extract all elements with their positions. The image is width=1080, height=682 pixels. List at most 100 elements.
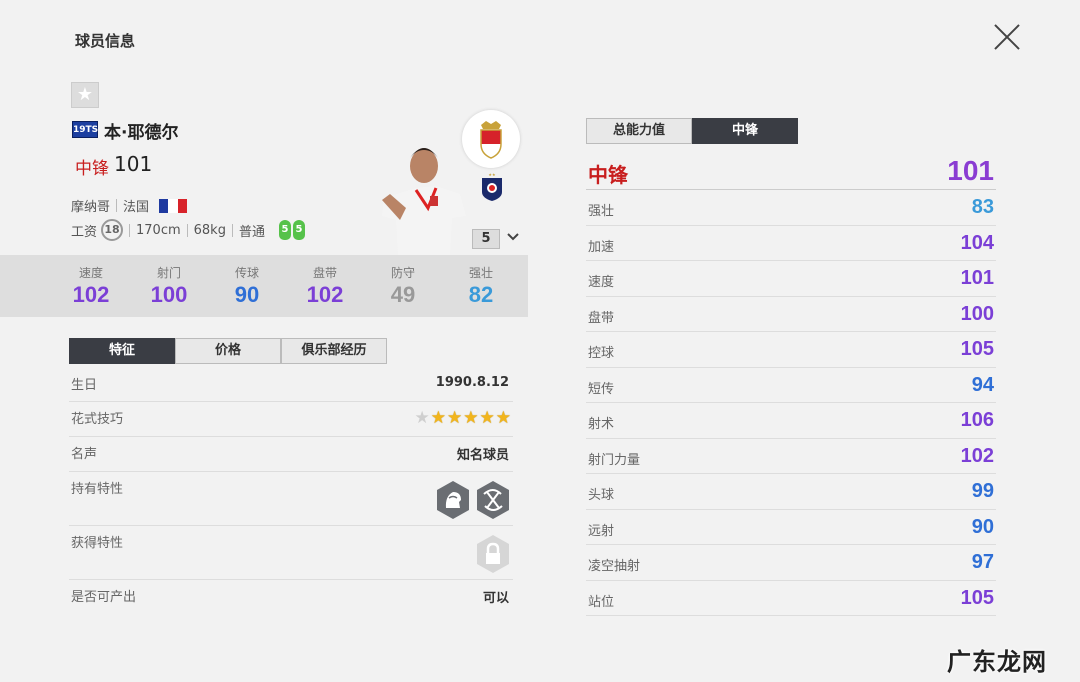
star-filled-icon: ★ xyxy=(447,408,463,428)
height: 170cm xyxy=(136,222,181,238)
body-type: 普通 xyxy=(238,224,265,240)
attribute-list: 强壮 83 加速 104 速度 101 盘带 100 控球 105 短传 94 射术 106 射门力量 102… xyxy=(586,190,996,616)
attribute-row: 速度 101 xyxy=(586,261,996,297)
attribute-value: 100 xyxy=(960,302,994,325)
attribute-label: 短传 xyxy=(588,381,615,397)
star-filled-icon: ★ xyxy=(479,408,495,428)
summary-stat-value: 90 xyxy=(234,282,260,307)
summary-stat-value: 102 xyxy=(72,282,110,307)
attribute-label: 头球 xyxy=(588,488,615,503)
watermark: 广东龙网 xyxy=(947,648,1047,676)
attribute-value: 105 xyxy=(960,586,994,609)
weight: 68kg xyxy=(193,222,226,238)
trait-icon-2[interactable] xyxy=(475,480,511,520)
attribute-value: 83 xyxy=(971,196,994,218)
position-rating-value: 101 xyxy=(947,155,994,186)
skill-stars: ★ ★ ★ ★ ★ ★ xyxy=(415,410,512,427)
attribute-row: 盘带 100 xyxy=(586,297,996,332)
skill-moves-label: 花式技巧 xyxy=(71,412,124,427)
star-filled-icon: ★ xyxy=(495,408,511,428)
list-item-reputation: 名声 知名球员 xyxy=(69,437,513,472)
attribute-value: 94 xyxy=(971,373,994,396)
summary-stat: 射门 100 xyxy=(130,255,208,317)
list-item-skill-moves: 花式技巧 ★ ★ ★ ★ ★ ★ xyxy=(69,402,513,437)
attribute-value: 106 xyxy=(960,409,994,431)
upgrade-level-badge[interactable]: 5 xyxy=(472,229,500,249)
birthday-label: 生日 xyxy=(71,378,98,393)
attribute-row: 控球 105 xyxy=(586,332,996,368)
summary-stat-label: 强壮 xyxy=(468,266,493,280)
attribute-value: 97 xyxy=(971,551,994,573)
summary-stat: 传球 90 xyxy=(208,255,286,317)
player-position: 中锋 xyxy=(75,159,109,179)
attribute-row: 站位 105 xyxy=(586,581,996,616)
left-foot-rating: 5 xyxy=(278,220,291,240)
attribute-row: 射术 106 xyxy=(586,403,996,439)
summary-stat: 速度 102 xyxy=(52,255,130,317)
star-empty-icon: ★ xyxy=(414,408,430,428)
club-crest-icon xyxy=(462,110,520,168)
attribute-row: 强壮 83 xyxy=(586,190,996,226)
attribute-row: 加速 104 xyxy=(586,226,996,261)
attribute-row: 头球 99 xyxy=(586,474,996,510)
summary-stat-value: 100 xyxy=(150,282,188,307)
club-name: 摩纳哥 xyxy=(71,200,111,215)
list-item-producible: 是否可产出 可以 xyxy=(69,580,513,614)
national-team-crest-icon: ★★ xyxy=(482,172,502,201)
trait-icon-1[interactable] xyxy=(435,480,471,520)
summary-stat: 防守 49 xyxy=(364,255,442,317)
star-filled-icon: ★ xyxy=(463,408,479,428)
physical-line: 工资 18 170cm 68kg 普通 5 5 xyxy=(71,219,305,241)
producible-value: 可以 xyxy=(482,591,509,606)
reputation-label: 名声 xyxy=(71,447,98,462)
window-title: 球员信息 xyxy=(75,32,136,50)
tab-traits[interactable]: 特征 xyxy=(69,338,175,364)
attribute-value: 101 xyxy=(960,267,994,289)
club-nation-line: 摩纳哥 法国 xyxy=(71,196,188,215)
birthday-value: 1990.8.12 xyxy=(435,375,509,390)
attribute-label: 站位 xyxy=(588,594,615,610)
player-overall: 101 xyxy=(114,152,153,176)
summary-stat-value: 49 xyxy=(390,282,416,307)
lock-icon xyxy=(477,535,509,573)
close-icon[interactable] xyxy=(992,22,1022,52)
attribute-row: 短传 94 xyxy=(586,368,996,403)
tab-overall[interactable]: 总能力值 xyxy=(586,118,692,144)
traits-label: 持有特性 xyxy=(71,482,124,497)
tab-price[interactable]: 价格 xyxy=(175,338,281,364)
tab-position-st[interactable]: 中锋 xyxy=(692,118,798,144)
summary-stat-value: 102 xyxy=(306,282,344,307)
attribute-label: 远射 xyxy=(588,523,615,539)
nation-name: 法国 xyxy=(123,200,150,215)
producible-label: 是否可产出 xyxy=(71,590,137,605)
reputation-value: 知名球员 xyxy=(456,448,509,463)
star-filled-icon: ★ xyxy=(430,408,446,428)
summary-stat-label: 防守 xyxy=(390,266,415,280)
summary-stat-label: 速度 xyxy=(78,266,103,280)
summary-stat: 盘带 102 xyxy=(286,255,364,317)
attribute-label: 加速 xyxy=(588,239,615,255)
attribute-value: 99 xyxy=(971,480,994,502)
attribute-label: 强壮 xyxy=(588,204,615,219)
svg-text:★★: ★★ xyxy=(488,172,496,177)
attribute-row: 凌空抽射 97 xyxy=(586,545,996,581)
france-flag-icon xyxy=(159,198,188,213)
favorite-star-icon[interactable]: ★ xyxy=(71,82,99,108)
player-photo xyxy=(382,148,466,256)
chevron-down-icon[interactable] xyxy=(506,230,520,244)
attribute-value: 105 xyxy=(960,338,994,360)
attribute-value: 90 xyxy=(971,515,994,538)
summary-stat-label: 传球 xyxy=(234,266,259,280)
info-tabs: 特征 价格 俱乐部经历 xyxy=(69,338,387,364)
attribute-label: 盘带 xyxy=(588,310,615,326)
info-list: 生日 1990.8.12 花式技巧 ★ ★ ★ ★ ★ ★ 名声 知名球员 持有特性 获得… xyxy=(69,368,513,614)
attribute-value: 102 xyxy=(960,444,994,467)
wage-label: 工资 xyxy=(71,224,98,240)
tab-club-history[interactable]: 俱乐部经历 xyxy=(281,338,387,364)
acquired-traits-label: 获得特性 xyxy=(71,536,124,551)
player-name: 本·耶德尔 xyxy=(104,123,179,143)
attribute-label: 凌空抽射 xyxy=(588,559,641,574)
summary-stat-label: 射门 xyxy=(156,266,181,280)
wage-badge: 18 xyxy=(101,219,124,241)
attribute-row: 远射 90 xyxy=(586,510,996,545)
